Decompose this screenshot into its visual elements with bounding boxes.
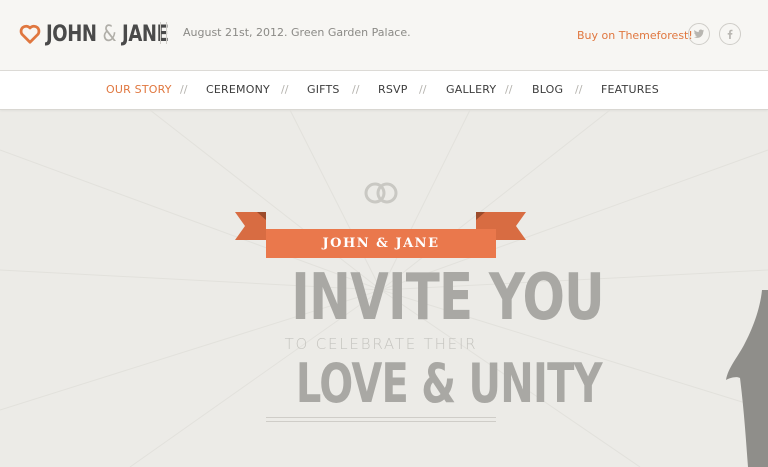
hero-line-love: LOVE & UNITY — [295, 352, 603, 415]
nav-separator: // — [505, 83, 513, 96]
nav-item-our-story[interactable]: OUR STORY — [106, 83, 172, 96]
main-nav: OUR STORY // CEREMONY // GIFTS // RSVP /… — [0, 71, 768, 110]
twitter-button[interactable] — [688, 23, 710, 45]
site-header: JOHN & JANE August 21st, 2012. Green Gar… — [0, 0, 768, 71]
nav-separator: // — [180, 83, 188, 96]
decorative-silhouette — [726, 290, 768, 467]
nav-item-ceremony[interactable]: CEREMONY — [206, 83, 270, 96]
logo-divider — [160, 22, 167, 44]
wedding-rings-icon — [364, 182, 398, 204]
ribbon-names: JOHN & JANE — [322, 236, 440, 251]
hero-line-celebrate: TO CELEBRATE THEIR — [284, 335, 478, 353]
hero-line-invite: INVITE YOU — [291, 261, 604, 335]
buy-link[interactable]: Buy on Themeforest! — [577, 29, 693, 42]
facebook-icon — [727, 29, 733, 39]
nav-item-features[interactable]: FEATURES — [601, 83, 659, 96]
hero-divider — [266, 421, 496, 422]
ribbon-banner: JOHN & JANE — [266, 229, 496, 258]
nav-separator: // — [419, 83, 427, 96]
twitter-icon — [694, 29, 704, 38]
nav-item-blog[interactable]: BLOG — [532, 83, 563, 96]
logo[interactable]: JOHN & JANE — [19, 20, 195, 48]
event-tagline: August 21st, 2012. Green Garden Palace. — [183, 26, 411, 39]
nav-item-rsvp[interactable]: RSVP — [378, 83, 408, 96]
hero-divider — [266, 417, 496, 418]
hero-section: JOHN & JANE INVITE YOU TO CELEBRATE THEI… — [0, 110, 768, 467]
nav-item-gallery[interactable]: GALLERY — [446, 83, 496, 96]
logo-text: JOHN & JANE — [46, 21, 169, 47]
nav-separator: // — [281, 83, 289, 96]
nav-separator: // — [352, 83, 360, 96]
heart-icon — [19, 24, 41, 44]
nav-separator: // — [575, 83, 583, 96]
nav-item-gifts[interactable]: GIFTS — [307, 83, 340, 96]
facebook-button[interactable] — [719, 23, 741, 45]
